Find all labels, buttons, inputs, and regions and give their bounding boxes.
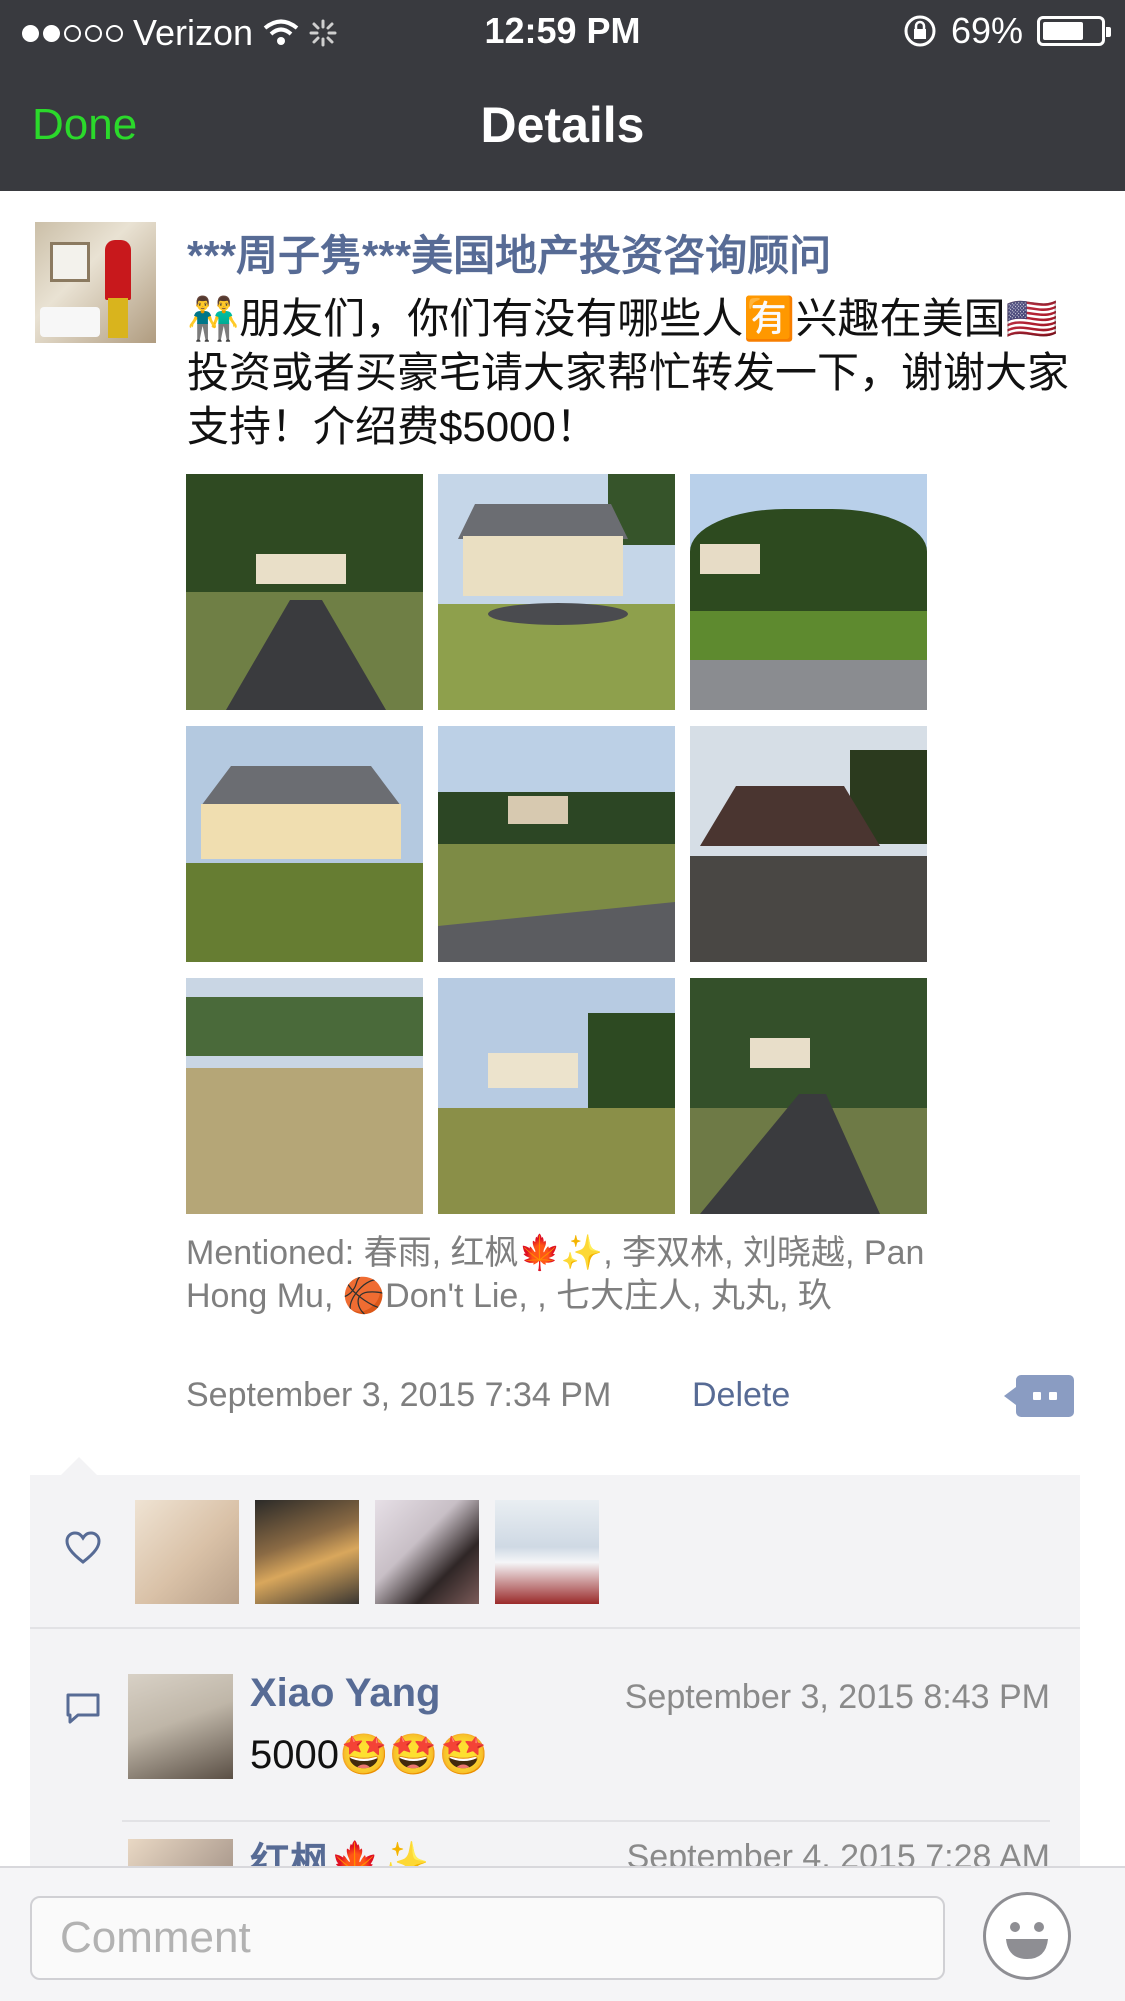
post-text: 👬朋友们，你们有没有哪些人🈶兴趣在美国🇺🇸投资或者买豪宅请大家帮忙转发一下，谢谢… xyxy=(187,295,1070,450)
heart-icon xyxy=(65,1531,101,1564)
comment-text: 5000🤩🤩🤩 xyxy=(250,1733,489,1777)
comment-bar xyxy=(0,1866,1125,2001)
post-photo-4[interactable] xyxy=(186,726,423,962)
likes-box-pointer xyxy=(60,1457,98,1476)
likes-row xyxy=(30,1475,1080,1629)
comment-input[interactable] xyxy=(30,1896,945,1980)
rotation-lock-icon xyxy=(904,15,936,47)
post-photo-3[interactable] xyxy=(690,474,927,710)
post-photo-6[interactable] xyxy=(690,726,927,962)
post-photo-8[interactable] xyxy=(438,978,675,1214)
status-bar: Verizon 12:59 PM 69% xyxy=(0,0,1125,62)
likes-comments-box: Xiao Yang September 3, 2015 8:43 PM 5000… xyxy=(30,1475,1080,1885)
post-photo-2[interactable] xyxy=(438,474,675,710)
comment-action-icon[interactable] xyxy=(1004,1375,1074,1417)
page-title: Details xyxy=(480,97,645,153)
post-photo-5[interactable] xyxy=(438,726,675,962)
comment-divider xyxy=(122,1820,1050,1822)
post-photo-1[interactable] xyxy=(186,474,423,710)
mentioned-list: Mentioned: 春雨, 红枫🍁✨, 李双林, 刘晓越, Pan Hong … xyxy=(186,1234,925,1315)
navigation-bar: Done Details xyxy=(0,62,1125,191)
status-right: 69% xyxy=(903,10,1111,52)
smiley-icon[interactable] xyxy=(983,1892,1071,1980)
comment-time: September 3, 2015 8:43 PM xyxy=(624,1678,1050,1716)
commenter-avatar[interactable] xyxy=(128,1674,233,1779)
like-avatar-4[interactable] xyxy=(495,1500,599,1604)
like-avatar-2[interactable] xyxy=(255,1500,359,1604)
battery-icon xyxy=(1037,16,1111,46)
commenter-name[interactable]: Xiao Yang xyxy=(250,1671,440,1716)
post-author-name[interactable]: ***周子隽***美国地产投资咨询顾问 xyxy=(187,222,831,283)
photo-grid xyxy=(186,474,928,1214)
post-photo-7[interactable] xyxy=(186,978,423,1214)
battery-percent: 69% xyxy=(950,10,1023,51)
top-bar: Verizon 12:59 PM 69% Done Details xyxy=(0,0,1125,191)
comment-icon xyxy=(66,1693,100,1724)
delete-link[interactable]: Delete xyxy=(692,1376,790,1415)
post-photo-9[interactable] xyxy=(690,978,927,1214)
like-avatar-1[interactable] xyxy=(135,1500,239,1604)
author-avatar[interactable] xyxy=(35,222,156,343)
post-timestamp: September 3, 2015 7:34 PM xyxy=(186,1376,612,1414)
like-avatar-3[interactable] xyxy=(375,1500,479,1604)
